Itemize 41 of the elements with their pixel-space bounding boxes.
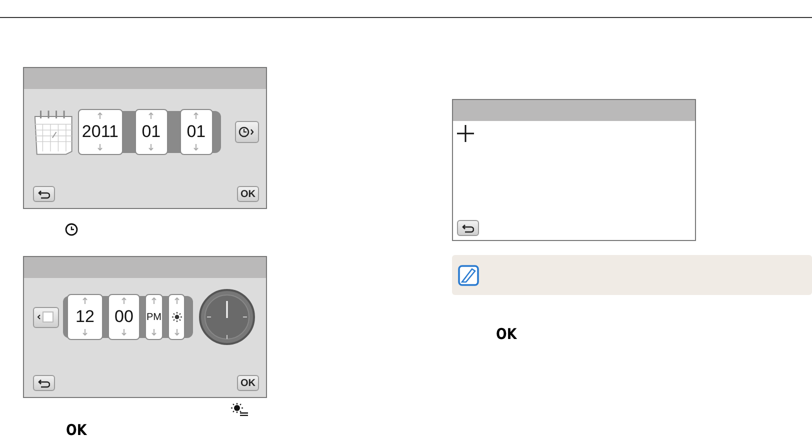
up-arrow-icon	[194, 112, 199, 120]
back-icon	[38, 190, 50, 198]
back-button[interactable]	[457, 220, 479, 236]
back-button[interactable]	[33, 375, 55, 391]
day-spinner[interactable]: 01	[180, 109, 213, 155]
back-icon	[462, 224, 474, 232]
up-arrow-icon	[122, 297, 126, 304]
month-spinner[interactable]: 01	[134, 109, 168, 155]
down-arrow-icon	[82, 329, 88, 336]
down-arrow-icon	[174, 329, 179, 336]
ok-label: OK	[66, 421, 88, 439]
analog-clock	[199, 289, 255, 345]
hour-spinner[interactable]: 12	[67, 294, 103, 340]
down-arrow-icon	[122, 329, 126, 336]
up-arrow-icon	[148, 112, 154, 120]
ok-button[interactable]: OK	[237, 186, 259, 202]
down-arrow-icon	[98, 144, 103, 151]
up-arrow-icon	[174, 297, 179, 304]
back-icon	[38, 378, 50, 388]
back-button[interactable]	[33, 186, 55, 202]
down-arrow-icon	[148, 144, 154, 151]
minute-spinner[interactable]: 00	[108, 294, 140, 340]
clock-icon	[65, 223, 78, 236]
daylight-off-icon	[231, 403, 249, 416]
ok-label: OK	[496, 325, 518, 343]
plus-icon	[457, 125, 474, 142]
ok-button[interactable]: OK	[237, 375, 259, 391]
note-icon	[458, 264, 479, 286]
down-arrow-icon	[152, 329, 156, 336]
time-button[interactable]	[234, 121, 259, 143]
sun-icon	[172, 312, 182, 322]
date-button[interactable]	[33, 306, 59, 328]
up-arrow-icon	[82, 297, 88, 304]
year-spinner[interactable]: 2011	[78, 109, 123, 155]
up-arrow-icon	[152, 297, 156, 304]
up-arrow-icon	[98, 112, 103, 120]
daylight-spinner[interactable]	[168, 294, 185, 340]
clock-icon	[238, 126, 256, 138]
meridiem-spinner[interactable]: PM	[145, 294, 163, 340]
square-icon	[37, 310, 55, 324]
down-arrow-icon	[194, 144, 199, 151]
